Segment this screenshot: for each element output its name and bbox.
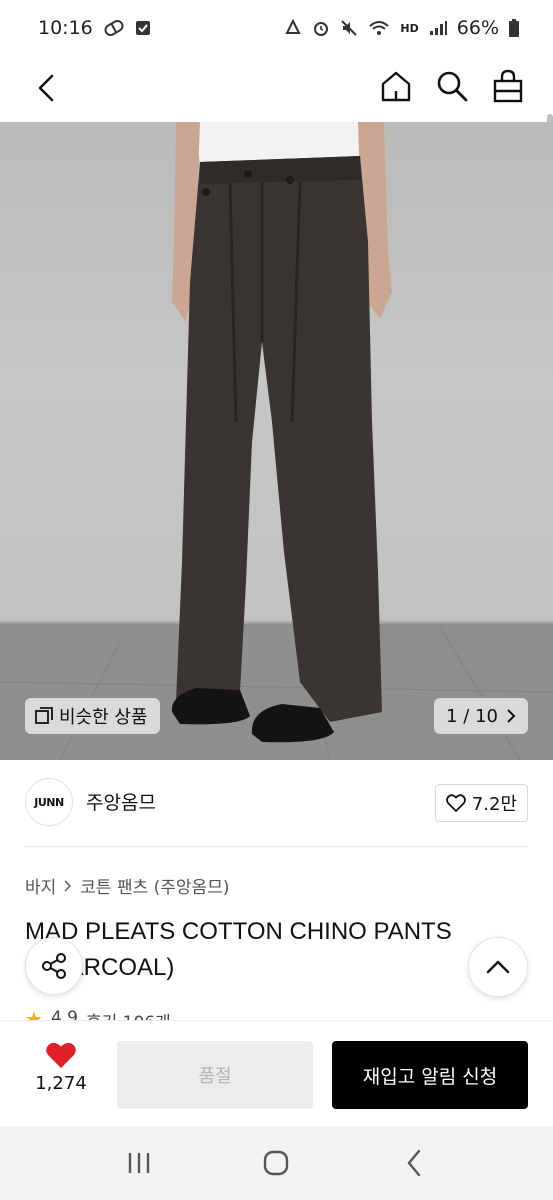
recycle-icon [284,19,302,37]
product-photo [0,122,553,760]
brand-logo-text: JUNN [34,795,64,809]
brand-logo[interactable]: JUNN [25,778,73,826]
product-title: MAD PLEATS COTTON CHINO PANTS (CHARCOAL) [25,918,452,981]
search-icon [437,71,468,102]
image-page-counter[interactable]: 1 / 10 [434,698,528,734]
alarm-icon [312,19,330,37]
system-nav-bar [0,1126,553,1200]
page-counter-text: 1 / 10 [446,705,498,727]
recent-apps-button[interactable] [114,1138,164,1188]
status-left: 10:16 [38,17,151,39]
chevron-left-icon [38,74,54,102]
wifi-icon [368,19,390,37]
search-button[interactable] [433,64,471,108]
chevron-right-icon [507,709,516,723]
back-button[interactable] [26,66,66,110]
share-button[interactable] [25,937,83,995]
shopping-bag-icon [493,69,523,103]
divider [25,846,528,847]
chevron-up-icon [486,960,510,974]
wishlist-button[interactable]: 1,274 [28,1041,94,1094]
brand-like-count: 7.2만 [471,794,517,815]
battery-percent: 66% [456,17,499,39]
copy-icon [35,707,53,724]
heart-outline-icon [445,794,466,812]
chevron-right-icon [64,879,72,892]
home-icon [381,71,411,102]
battery-icon [509,19,519,37]
product-image[interactable]: 비슷한 상품 1 / 10 [0,122,553,760]
status-bar: 10:16 HD 66% [0,0,553,56]
breadcrumb: 바지 코튼 팬츠 (주앙옴므) [25,873,229,898]
checkbox-icon [135,20,151,36]
brand-like-button[interactable]: 7.2만 [434,784,528,822]
soldout-button: 품절 [117,1041,313,1109]
mute-icon [340,19,358,37]
home-nav-button[interactable] [251,1138,301,1188]
home-button[interactable] [377,64,415,108]
brand-row: JUNN 주앙옴므 7.2만 [0,760,553,846]
breadcrumb-subcategory[interactable]: 코튼 팬츠 (주앙옴므) [80,873,229,898]
status-right: HD 66% [284,17,519,39]
header-actions [377,64,527,108]
wishlist-count: 1,274 [35,1073,87,1094]
recent-apps-icon [128,1153,150,1173]
purchase-bar: 1,274 품절 재입고 알림 신청 [0,1020,553,1126]
signal-icon [429,20,447,36]
pill-icon [103,20,125,36]
back-nav-icon [407,1149,421,1177]
share-icon [42,953,66,979]
status-time: 10:16 [38,17,93,39]
similar-products-label: 비슷한 상품 [59,707,148,728]
heart-filled-icon [46,1042,76,1068]
scroll-top-button[interactable] [468,937,528,997]
cart-button[interactable] [489,64,527,108]
similar-products-button[interactable]: 비슷한 상품 [25,698,160,734]
hd-voice-label: HD [400,21,419,35]
back-nav-button[interactable] [389,1138,439,1188]
app-header [0,56,553,164]
restock-alert-button[interactable]: 재입고 알림 신청 [332,1041,528,1109]
brand-name[interactable]: 주앙옴므 [86,788,156,815]
breadcrumb-category[interactable]: 바지 [25,873,56,898]
home-circle-icon [264,1150,289,1176]
